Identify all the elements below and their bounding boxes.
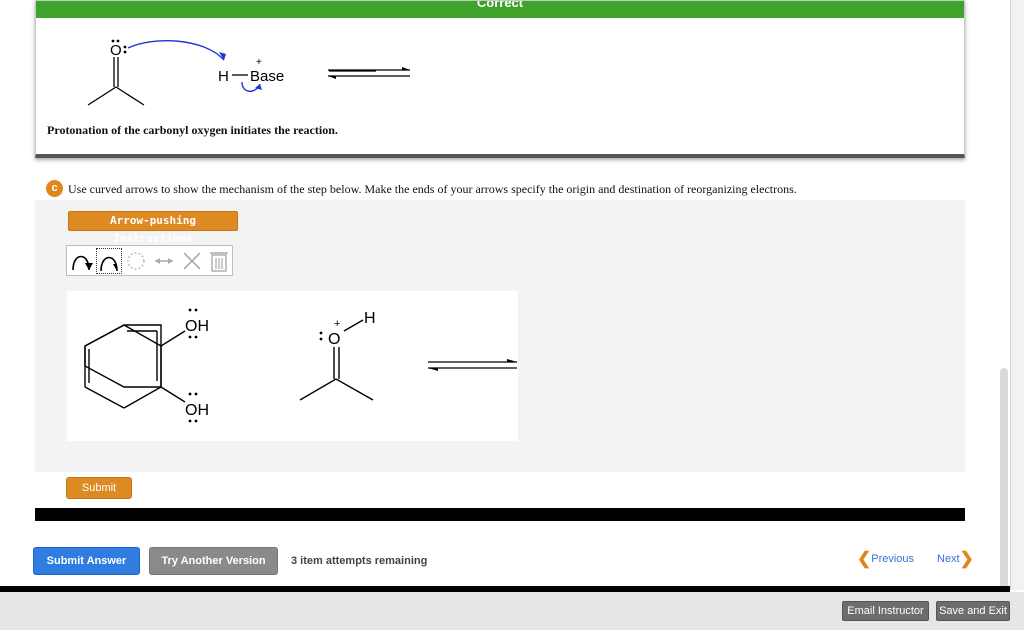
resonance-arrow-icon[interactable]: [151, 248, 177, 274]
hydroxyl-bottom-label: OH: [185, 402, 209, 419]
part-c-badge: c: [46, 180, 63, 197]
feedback-explanation: Protonation of the carbonyl oxygen initi…: [47, 123, 338, 137]
question-text: Use curved arrows to show the mechanism …: [68, 182, 797, 196]
methyl-bond-left: [87, 86, 117, 106]
curved-arrow-o-to-h: [127, 40, 225, 61]
scroll-track: [1010, 0, 1024, 590]
email-instructor-button[interactable]: Email Instructor: [842, 601, 929, 621]
page: Correct O H Base + Protonation of the ca…: [0, 0, 1024, 640]
equilibrium-arrow: [328, 67, 410, 79]
benzene-ring: [84, 324, 162, 388]
feedback-card: Correct O H Base + Protonation of the ca…: [35, 0, 965, 158]
next-label: Next: [937, 553, 960, 565]
chevron-left-icon: ❮: [857, 549, 872, 568]
next-link[interactable]: Next❯: [937, 549, 974, 569]
footer-bottom-strip: [0, 630, 1024, 640]
submit-button[interactable]: Submit: [66, 477, 132, 499]
equilibrium-arrow-2: [428, 359, 517, 371]
delete-icon[interactable]: [179, 248, 205, 274]
oxonium-charge: +: [334, 318, 340, 330]
hydrogen-label: H: [218, 68, 229, 85]
try-another-version-button[interactable]: Try Another Version: [149, 547, 278, 575]
single-barbed-arrow-icon[interactable]: [96, 248, 122, 274]
carbonyl-oxygen-label: O: [110, 42, 122, 59]
trash-icon[interactable]: [206, 248, 232, 274]
attempts-remaining: 3 item attempts remaining: [291, 555, 428, 567]
base-charge: +: [256, 57, 262, 68]
section-divider: [35, 508, 965, 521]
reaction-drawing: OH OH O + H: [84, 308, 517, 423]
methyl-bond-right: [115, 86, 145, 106]
protonated-oxygen-label: O: [328, 331, 340, 348]
save-and-exit-button[interactable]: Save and Exit: [936, 601, 1010, 621]
previous-link[interactable]: ❮Previous: [857, 549, 914, 569]
lasso-icon[interactable]: [123, 248, 149, 274]
drawing-toolbar: [66, 245, 233, 276]
base-label: Base: [250, 68, 284, 85]
hydroxyl-top-label: OH: [185, 318, 209, 335]
submit-answer-button[interactable]: Submit Answer: [33, 547, 140, 575]
chevron-right-icon: ❯: [959, 549, 974, 568]
oxonium-hydrogen-label: H: [364, 310, 376, 327]
scrollbar-thumb[interactable]: [1000, 368, 1008, 588]
drawing-canvas[interactable]: OH OH O + H: [67, 291, 518, 441]
double-barbed-arrow-icon[interactable]: [69, 248, 95, 274]
previous-label: Previous: [871, 553, 915, 565]
arrow-pushing-instructions-button[interactable]: Arrow-pushing Instructions: [68, 211, 238, 245]
correct-banner: Correct: [36, 1, 964, 18]
